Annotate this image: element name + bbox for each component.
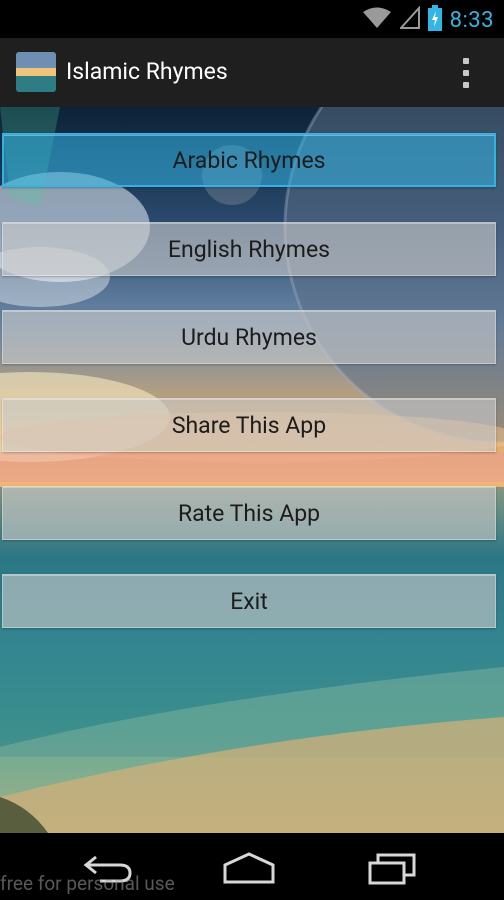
watermark-text: free for personal use <box>0 872 175 895</box>
english-rhymes-button[interactable]: English Rhymes <box>2 222 496 276</box>
navigation-bar: free for personal use <box>0 833 504 900</box>
share-app-button[interactable]: Share This App <box>2 398 496 452</box>
recents-icon[interactable] <box>366 851 418 885</box>
status-icons: 8:33 <box>362 5 494 35</box>
status-time: 8:33 <box>449 7 494 33</box>
exit-button[interactable]: Exit <box>2 574 496 628</box>
app-logo-icon[interactable] <box>16 52 56 92</box>
signal-icon <box>398 5 420 34</box>
arabic-rhymes-button[interactable]: Arabic Rhymes <box>2 133 496 187</box>
overflow-menu-icon[interactable] <box>462 58 470 88</box>
action-bar: Islamic Rhymes <box>0 38 504 108</box>
status-bar: 8:33 <box>0 0 504 38</box>
wifi-icon <box>362 6 392 34</box>
urdu-rhymes-button[interactable]: Urdu Rhymes <box>2 310 496 364</box>
app-title: Islamic Rhymes <box>66 58 228 85</box>
main-content: Arabic Rhymes English Rhymes Urdu Rhymes… <box>0 107 504 833</box>
home-icon[interactable] <box>222 851 276 885</box>
battery-icon <box>427 5 442 35</box>
wallpaper-image <box>0 107 504 833</box>
rate-app-button[interactable]: Rate This App <box>2 486 496 540</box>
